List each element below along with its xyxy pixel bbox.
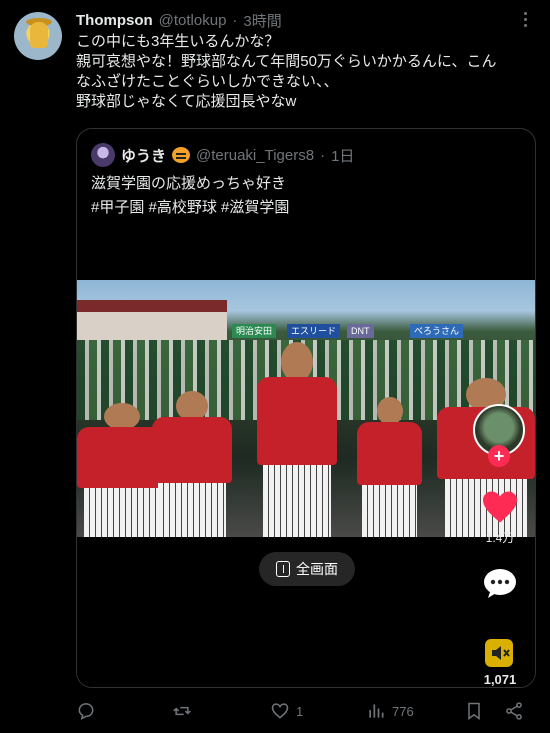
tweet-line: 野球部じゃなくて応援団長やなw xyxy=(76,93,297,110)
player-figure xyxy=(357,396,422,537)
quoted-author-handle[interactable]: @teruaki_Tigers8 xyxy=(196,147,314,164)
stadium-ad-board: DNT xyxy=(347,324,374,338)
author-avatar[interactable] xyxy=(14,12,62,60)
stadium-stand xyxy=(77,300,227,340)
author-handle[interactable]: @totlokup xyxy=(159,12,227,29)
views-count: 776 xyxy=(392,703,414,719)
fullscreen-label: 全画面 xyxy=(296,561,338,577)
reply-button[interactable] xyxy=(76,701,102,721)
comment-bubble-icon[interactable] xyxy=(482,567,518,599)
like-count: 1 xyxy=(296,703,304,719)
fullscreen-icon xyxy=(276,561,290,577)
tweet-line: 親可哀想やな！野球部なんて年間50万ぐらいかかるんに、こん xyxy=(76,53,497,70)
video-like-count: 1.4万 xyxy=(485,531,515,545)
share-icon xyxy=(506,702,522,720)
more-options-icon[interactable] xyxy=(518,12,532,28)
views-chart-icon xyxy=(369,704,384,718)
quoted-hashtags[interactable]: #甲子園 #高校野球 #滋賀学園 xyxy=(91,197,289,219)
separator-dot: · xyxy=(320,146,326,164)
tweet-header: Thompson @totlokup · 3時間 xyxy=(76,10,536,30)
author-name[interactable]: Thompson xyxy=(76,12,153,29)
quoted-text-line: 滋賀学園の応援めっちゃ好き xyxy=(91,175,287,192)
quoted-author-name[interactable]: ゆうき xyxy=(121,145,166,166)
avatar-figure xyxy=(30,22,48,48)
share-button[interactable] xyxy=(504,701,524,721)
tweet-actions-bar: 1 776 xyxy=(76,696,536,726)
follow-plus-icon[interactable]: + xyxy=(488,445,510,467)
video-share-count: 1,071 xyxy=(483,672,517,687)
player-figure xyxy=(152,390,232,537)
separator-dot: · xyxy=(232,11,238,29)
like-heart-icon xyxy=(271,703,289,719)
tweet-time[interactable]: 3時間 xyxy=(243,10,281,31)
retweet-icon xyxy=(173,706,191,716)
quoted-tweet-time[interactable]: 1日 xyxy=(331,145,354,166)
player-figure xyxy=(257,341,337,537)
heart-icon[interactable] xyxy=(481,490,519,524)
bookmark-icon xyxy=(468,702,480,720)
stadium-ad-board: エスリード xyxy=(287,324,341,338)
video-player[interactable]: 明治安田 エスリード DNT べろうさん + 1.4万 1,071 全画面 xyxy=(77,280,535,687)
stadium-ad-board: 明治安田 xyxy=(232,324,277,338)
reply-icon xyxy=(78,703,94,720)
tiger-face-icon xyxy=(172,147,191,163)
quoted-tweet-text: 滋賀学園の応援めっちゃ好き #甲子園 #高校野球 #滋賀学園 xyxy=(91,173,289,219)
tweet-line: この中にも3年生いるんかな？ xyxy=(76,33,280,50)
quoted-author-avatar[interactable] xyxy=(91,143,115,167)
fullscreen-button[interactable]: 全画面 xyxy=(259,552,355,586)
quoted-tweet[interactable]: ゆうき @teruaki_Tigers8 · 1日 滋賀学園の応援めっちゃ好き … xyxy=(76,128,536,688)
like-button[interactable]: 1 xyxy=(270,701,303,721)
stadium-ad-board: べろうさん xyxy=(410,324,464,338)
tweet-line: なふざけたことぐらいしかできない、、 xyxy=(76,73,339,90)
mute-sound-icon[interactable] xyxy=(485,639,513,667)
bookmark-button[interactable] xyxy=(464,701,484,721)
tweet-text: この中にも3年生いるんかな？ 親可哀想やな！野球部なんて年間50万ぐらいかかるん… xyxy=(76,32,536,112)
quoted-tweet-header: ゆうき @teruaki_Tigers8 · 1日 xyxy=(91,143,354,167)
views-button[interactable]: 776 xyxy=(366,701,414,721)
video-frame[interactable]: 明治安田 エスリード DNT べろうさん xyxy=(77,280,535,537)
retweet-button[interactable] xyxy=(172,701,198,721)
